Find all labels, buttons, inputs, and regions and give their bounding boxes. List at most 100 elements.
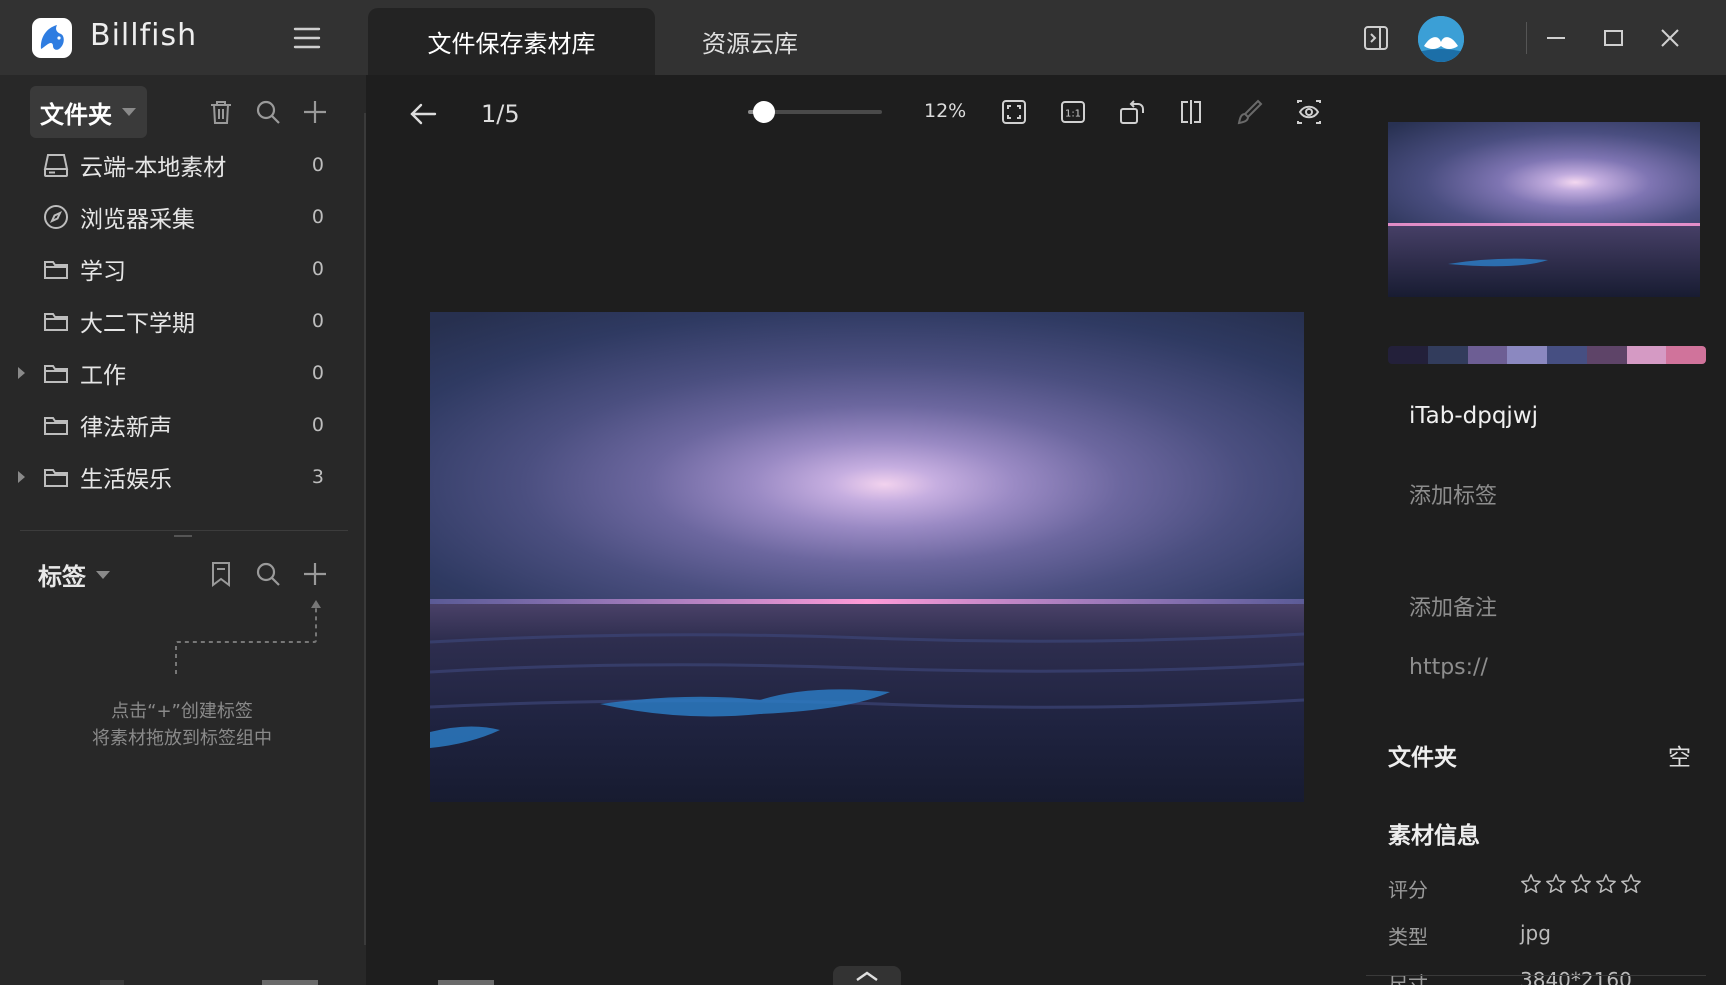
app-name: Billfish <box>90 18 198 53</box>
folder-label: 浏览器采集 <box>80 207 195 233</box>
sidebar-divider <box>20 530 348 531</box>
type-label: 类型 <box>1388 925 1428 949</box>
image-counter: 1/5 <box>481 100 520 128</box>
sidebar-border <box>364 113 366 945</box>
maximize-icon[interactable] <box>1597 22 1629 54</box>
toggle-panel-icon[interactable] <box>1360 22 1392 54</box>
star-icon[interactable] <box>1570 873 1592 895</box>
svg-text:1:1: 1:1 <box>1065 109 1081 120</box>
fit-screen-icon[interactable] <box>1000 98 1028 126</box>
palette-swatch[interactable] <box>1547 346 1587 364</box>
filmstrip-thumb-edge <box>438 980 494 985</box>
search-icon[interactable] <box>254 98 282 126</box>
expand-arrow-icon[interactable] <box>18 367 25 379</box>
add-note-field[interactable]: 添加备注 <box>1409 590 1497 622</box>
folder-item-law[interactable]: 律法新声 0 <box>0 400 340 450</box>
add-folder-icon[interactable] <box>301 98 329 126</box>
minimize-icon[interactable] <box>1540 22 1572 54</box>
palette-swatch[interactable] <box>1586 346 1627 364</box>
resize-handle[interactable] <box>174 535 192 537</box>
chevron-down-icon <box>122 108 136 116</box>
folder-item-work[interactable]: 工作 0 <box>0 348 340 398</box>
folder-count: 0 <box>311 258 324 280</box>
palette-swatch[interactable] <box>1427 346 1468 364</box>
tab-local-library[interactable]: 文件保存素材库 <box>368 8 655 75</box>
folder-label: 生活娱乐 <box>80 467 172 493</box>
folder-icon <box>42 411 70 439</box>
star-icon[interactable] <box>1520 873 1542 895</box>
folder-section-dropdown[interactable]: 文件夹 <box>30 86 147 138</box>
annotate-brush-icon[interactable] <box>1236 98 1264 126</box>
folder-value[interactable]: 空 <box>1668 738 1691 772</box>
preview-eye-icon[interactable] <box>1295 98 1323 126</box>
folder-count: 0 <box>311 362 324 384</box>
tags-hint-line1: 点击“+”创建标签 <box>111 701 253 722</box>
folder-icon <box>42 255 70 283</box>
folder-item-cloud-local[interactable]: 云端-本地素材 0 <box>0 140 340 190</box>
hint-arrow-icon <box>170 598 330 678</box>
rating-label: 评分 <box>1388 878 1428 902</box>
palette-swatch[interactable] <box>1467 346 1508 364</box>
folder-icon <box>42 463 70 491</box>
tab-cloud-library[interactable]: 资源云库 <box>655 8 845 75</box>
trash-icon[interactable] <box>207 98 235 126</box>
folder-item-study[interactable]: 学习 0 <box>0 244 340 294</box>
rating-stars[interactable] <box>1520 873 1642 895</box>
add-tag-icon[interactable] <box>301 560 329 588</box>
zoom-level: 12% <box>924 100 967 122</box>
folder-item-life[interactable]: 生活娱乐 3 <box>0 452 340 502</box>
folder-item-browser-capture[interactable]: 浏览器采集 0 <box>0 192 340 242</box>
collapse-handle[interactable] <box>833 966 901 985</box>
inspector-bottom-rule <box>1366 975 1706 976</box>
compass-icon <box>42 203 70 231</box>
folder-label: 律法新声 <box>80 415 172 441</box>
back-arrow-icon[interactable] <box>408 99 438 129</box>
palette-swatch[interactable] <box>1626 346 1667 364</box>
star-icon[interactable] <box>1595 873 1617 895</box>
folder-label: 云端-本地素材 <box>80 155 227 181</box>
bookmark-icon[interactable] <box>207 560 235 588</box>
search-icon[interactable] <box>254 560 282 588</box>
folder-item-sophomore[interactable]: 大二下学期 0 <box>0 296 340 346</box>
size-value: 3840*2160 <box>1520 968 1632 985</box>
folder-section-title: 文件夹 <box>1388 745 1457 771</box>
rotate-icon[interactable] <box>1118 98 1146 126</box>
star-icon[interactable] <box>1545 873 1567 895</box>
expand-arrow-icon[interactable] <box>18 471 25 483</box>
add-tag-field[interactable]: 添加标签 <box>1409 478 1497 510</box>
actual-size-icon[interactable]: 1:1 <box>1059 98 1087 126</box>
preview-image[interactable] <box>430 312 1304 802</box>
tags-section-dropdown[interactable]: 标签 <box>38 557 110 592</box>
filmstrip-thumb-edge <box>262 980 318 985</box>
folder-count: 0 <box>311 154 324 176</box>
palette-swatch[interactable] <box>1666 346 1706 364</box>
window-controls-separator <box>1526 22 1527 54</box>
folder-section-title: 文件夹 <box>40 100 112 129</box>
chevron-down-icon <box>96 570 110 579</box>
tags-section-title: 标签 <box>38 563 86 591</box>
folder-icon <box>42 307 70 335</box>
folder-label: 工作 <box>80 363 126 389</box>
url-field[interactable]: https:// <box>1409 655 1488 680</box>
menu-icon[interactable] <box>292 26 322 50</box>
folder-label: 大二下学期 <box>80 311 195 337</box>
material-info-title: 素材信息 <box>1388 823 1480 849</box>
folder-count: 0 <box>311 206 324 228</box>
color-palette[interactable] <box>1388 346 1706 364</box>
filmstrip-thumb-edge <box>100 980 124 985</box>
palette-swatch[interactable] <box>1388 346 1428 364</box>
folder-count: 0 <box>311 310 324 332</box>
zoom-slider-thumb[interactable] <box>753 101 775 123</box>
size-label: 尺寸 <box>1388 972 1428 985</box>
type-value: jpg <box>1520 921 1551 945</box>
tags-hint-line2: 将素材拖放到标签组中 <box>92 728 272 749</box>
folder-label: 学习 <box>80 259 126 285</box>
star-icon[interactable] <box>1620 873 1642 895</box>
size-row-clipped: 尺寸 3840*2160 <box>1388 968 1706 985</box>
inspector-thumbnail <box>1388 122 1700 297</box>
close-icon[interactable] <box>1654 22 1686 54</box>
palette-swatch[interactable] <box>1507 346 1547 364</box>
user-avatar[interactable] <box>1418 16 1464 62</box>
compare-icon[interactable] <box>1177 98 1205 126</box>
file-name[interactable]: iTab-dpqjwj <box>1409 403 1538 429</box>
